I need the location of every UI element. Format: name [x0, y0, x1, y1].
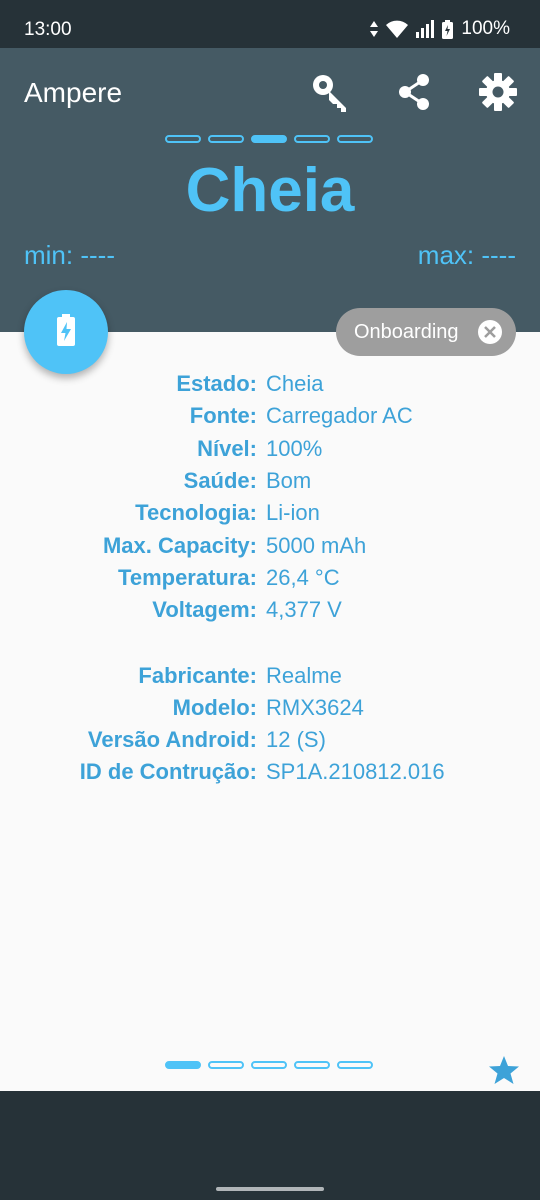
header: Ampere Cheia min: ---- max: ---- — [0, 48, 540, 332]
data-arrows-icon — [370, 21, 379, 37]
min-value: min: ---- — [24, 240, 115, 270]
info-list: Estado: Cheia Fonte: Carregador AC Nível… — [0, 368, 540, 789]
key-icon[interactable] — [308, 70, 352, 114]
page-dot[interactable] — [294, 1061, 330, 1069]
info-value: Carregador AC — [266, 403, 413, 429]
page-dot-active[interactable] — [251, 135, 287, 143]
info-label: Fabricante: — [138, 662, 257, 688]
info-label: Saúde: — [183, 468, 257, 494]
battery-percent: 100% — [461, 18, 510, 39]
navigation-bar — [0, 1091, 540, 1200]
info-label: Max. Capacity: — [102, 532, 257, 558]
page-dot[interactable] — [337, 135, 373, 143]
info-label: Nível: — [197, 435, 257, 461]
info-value: RMX3624 — [266, 694, 364, 720]
info-value: 5000 mAh — [266, 532, 367, 558]
gesture-handle[interactable] — [216, 1187, 324, 1191]
settings-icon[interactable] — [476, 70, 520, 114]
info-label: Tecnologia: — [135, 500, 257, 526]
page-dot-active[interactable] — [165, 1061, 201, 1069]
page-dot[interactable] — [208, 135, 244, 143]
info-row-nivel: Nível: 100% — [0, 433, 540, 465]
info-row-modelo: Modelo: RMX3624 — [0, 692, 540, 724]
info-label: Versão Android: — [87, 727, 257, 753]
info-row-tecnologia: Tecnologia: Li-ion — [0, 497, 540, 529]
info-value: 26,4 °C — [266, 564, 340, 590]
info-value: SP1A.210812.016 — [266, 759, 445, 785]
info-label: Estado: — [176, 371, 257, 397]
page-dot[interactable] — [294, 135, 330, 143]
info-value: Cheia — [266, 371, 324, 397]
info-value: Li-ion — [266, 500, 320, 526]
info-value: 100% — [266, 435, 323, 461]
info-label: ID de Contrução: — [79, 759, 257, 785]
onboarding-chip[interactable]: Onboarding — [336, 308, 516, 356]
header-page-indicator — [165, 135, 373, 143]
page-dot[interactable] — [208, 1061, 244, 1069]
info-value: Bom — [266, 468, 312, 494]
close-icon[interactable] — [478, 320, 502, 344]
info-row-capacity: Max. Capacity: 5000 mAh — [0, 529, 540, 561]
info-row-build-id: ID de Contrução: SP1A.210812.016 — [0, 756, 540, 788]
battery-state-title: Cheia — [185, 156, 355, 225]
app-title: Ampere — [24, 77, 123, 108]
status-bar: 13:00 100% — [0, 0, 540, 48]
wifi-icon — [386, 20, 409, 38]
info-label: Modelo: — [172, 694, 257, 720]
battery-icon — [442, 19, 454, 39]
bottom-page-indicator — [165, 1061, 373, 1069]
info-value: 4,377 V — [266, 597, 342, 623]
max-value: max: ---- — [417, 240, 516, 270]
star-icon[interactable] — [488, 1055, 520, 1090]
info-label: Fonte: — [189, 403, 257, 429]
page-dot[interactable] — [251, 1061, 287, 1069]
info-row-android: Versão Android: 12 (S) — [0, 724, 540, 756]
onboarding-chip-label: Onboarding — [354, 320, 459, 343]
info-row-estado: Estado: Cheia — [0, 368, 540, 400]
signal-icon — [416, 20, 435, 38]
info-row-saude: Saúde: Bom — [0, 465, 540, 497]
page-dot[interactable] — [165, 135, 201, 143]
info-row-voltagem: Voltagem: 4,377 V — [0, 594, 540, 626]
battery-charging-icon — [57, 313, 75, 351]
info-label: Temperatura: — [118, 564, 257, 590]
info-value: Realme — [266, 662, 342, 688]
info-value: 12 (S) — [266, 727, 326, 753]
page-dot[interactable] — [337, 1061, 373, 1069]
info-label: Voltagem: — [152, 597, 257, 623]
info-row-temperatura: Temperatura: 26,4 °C — [0, 562, 540, 594]
status-time: 13:00 — [24, 19, 72, 40]
status-icons: 100% — [370, 18, 510, 40]
battery-fab[interactable] — [24, 290, 108, 374]
info-row-fabricante: Fabricante: Realme — [0, 659, 540, 691]
info-row-fonte: Fonte: Carregador AC — [0, 400, 540, 432]
share-icon[interactable] — [392, 70, 436, 114]
